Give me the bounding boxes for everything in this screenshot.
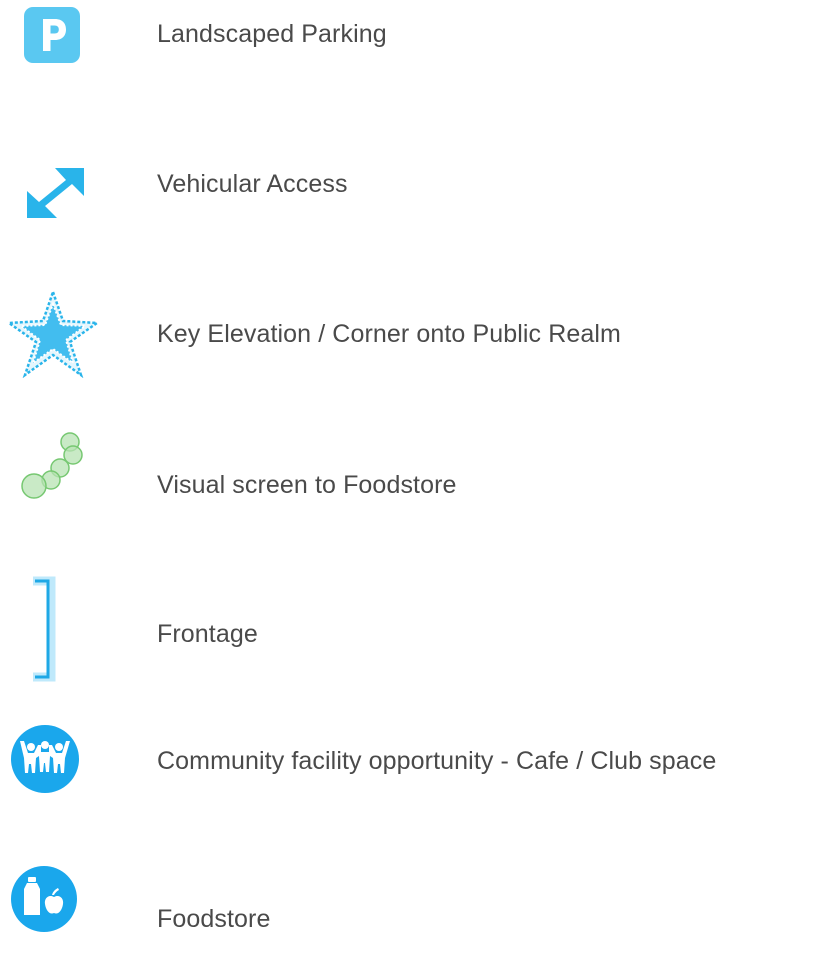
legend-item-landscaped-parking: Landscaped Parking bbox=[0, 0, 823, 90]
legend-item-foodstore: Foodstore bbox=[0, 855, 823, 945]
foodstore-icon bbox=[11, 866, 77, 932]
double-arrow-icon bbox=[27, 168, 84, 218]
legend-label: Key Elevation / Corner onto Public Realm bbox=[157, 320, 621, 348]
legend-label: Landscaped Parking bbox=[157, 20, 387, 48]
community-people-icon bbox=[11, 725, 79, 793]
bracket-icon bbox=[33, 576, 56, 682]
legend-item-frontage: Frontage bbox=[0, 570, 823, 682]
legend: Landscaped Parking Vehicular Access Key … bbox=[0, 0, 823, 971]
legend-label: Frontage bbox=[157, 620, 258, 648]
legend-item-community-facility: Community facility opportunity - Cafe / … bbox=[0, 715, 823, 805]
legend-label: Community facility opportunity - Cafe / … bbox=[157, 747, 717, 775]
dotted-star-icon bbox=[6, 290, 100, 378]
parking-icon bbox=[24, 7, 80, 63]
legend-item-vehicular-access: Vehicular Access bbox=[0, 150, 823, 240]
legend-label: Foodstore bbox=[157, 905, 271, 933]
legend-item-key-elevation: Key Elevation / Corner onto Public Realm bbox=[0, 290, 823, 380]
legend-label: Visual screen to Foodstore bbox=[157, 471, 457, 499]
tree-circles-icon bbox=[21, 432, 83, 499]
legend-item-visual-screen: Visual screen to Foodstore bbox=[0, 425, 823, 515]
legend-label: Vehicular Access bbox=[157, 170, 348, 198]
